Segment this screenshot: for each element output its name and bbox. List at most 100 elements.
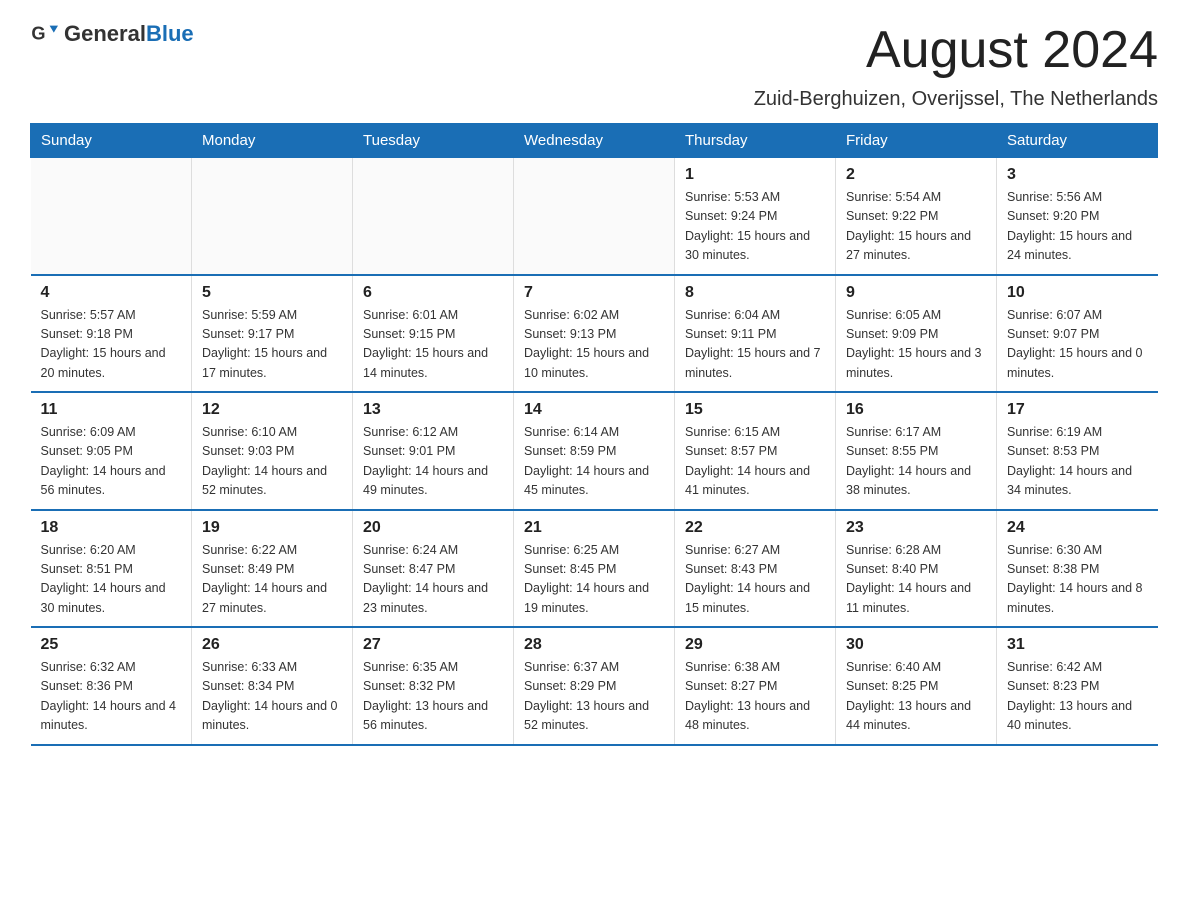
- day-info: Sunrise: 6:32 AM Sunset: 8:36 PM Dayligh…: [41, 658, 182, 736]
- calendar-cell: 28 Sunrise: 6:37 AM Sunset: 8:29 PM Dayli…: [514, 627, 675, 745]
- day-info: Sunrise: 6:35 AM Sunset: 8:32 PM Dayligh…: [363, 658, 503, 736]
- day-number: 21: [524, 519, 664, 537]
- header-thursday: Thursday: [675, 124, 836, 158]
- day-number: 7: [524, 284, 664, 302]
- calendar-cell: 4 Sunrise: 5:57 AM Sunset: 9:18 PM Daylig…: [31, 275, 192, 393]
- calendar-cell: 27 Sunrise: 6:35 AM Sunset: 8:32 PM Dayli…: [353, 627, 514, 745]
- day-info: Sunrise: 6:01 AM Sunset: 9:15 PM Dayligh…: [363, 306, 503, 384]
- day-info: Sunrise: 6:02 AM Sunset: 9:13 PM Dayligh…: [524, 306, 664, 384]
- day-number: 23: [846, 519, 986, 537]
- day-number: 31: [1007, 636, 1148, 654]
- day-number: 29: [685, 636, 825, 654]
- day-info: Sunrise: 6:25 AM Sunset: 8:45 PM Dayligh…: [524, 541, 664, 619]
- location-title: Zuid-Berghuizen, Overijssel, The Netherl…: [30, 88, 1158, 111]
- header-sunday: Sunday: [31, 124, 192, 158]
- calendar-cell: 24Sunrise: 6:30 AM Sunset: 8:38 PM Dayli…: [997, 510, 1158, 628]
- day-info: Sunrise: 6:20 AM Sunset: 8:51 PM Dayligh…: [41, 541, 182, 619]
- day-number: 28: [524, 636, 664, 654]
- calendar-cell: 31Sunrise: 6:42 AM Sunset: 8:23 PM Dayli…: [997, 627, 1158, 745]
- day-number: 8: [685, 284, 825, 302]
- calendar-cell: 18 Sunrise: 6:20 AM Sunset: 8:51 PM Dayli…: [31, 510, 192, 628]
- calendar-cell: [353, 158, 514, 275]
- calendar-cell: 10Sunrise: 6:07 AM Sunset: 9:07 PM Dayli…: [997, 275, 1158, 393]
- day-number: 2: [846, 166, 986, 184]
- day-info: Sunrise: 6:05 AM Sunset: 9:09 PM Dayligh…: [846, 306, 986, 384]
- calendar-cell: 19Sunrise: 6:22 AM Sunset: 8:49 PM Dayli…: [192, 510, 353, 628]
- calendar-table: SundayMondayTuesdayWednesdayThursdayFrid…: [30, 123, 1158, 746]
- day-info: Sunrise: 6:40 AM Sunset: 8:25 PM Dayligh…: [846, 658, 986, 736]
- calendar-cell: 17 Sunrise: 6:19 AM Sunset: 8:53 PM Dayli…: [997, 392, 1158, 510]
- calendar-cell: [192, 158, 353, 275]
- day-number: 11: [41, 401, 182, 419]
- calendar-week-row: 18 Sunrise: 6:20 AM Sunset: 8:51 PM Dayli…: [31, 510, 1158, 628]
- day-info: Sunrise: 6:30 AM Sunset: 8:38 PM Dayligh…: [1007, 541, 1148, 619]
- calendar-cell: [514, 158, 675, 275]
- day-number: 6: [363, 284, 503, 302]
- day-info: Sunrise: 6:04 AM Sunset: 9:11 PM Dayligh…: [685, 306, 825, 384]
- logo-icon: G: [30, 20, 58, 48]
- day-number: 25: [41, 636, 182, 654]
- calendar-cell: 22Sunrise: 6:27 AM Sunset: 8:43 PM Dayli…: [675, 510, 836, 628]
- calendar-cell: 13Sunrise: 6:12 AM Sunset: 9:01 PM Dayli…: [353, 392, 514, 510]
- day-number: 20: [363, 519, 503, 537]
- day-info: Sunrise: 5:53 AM Sunset: 9:24 PM Dayligh…: [685, 188, 825, 266]
- day-info: Sunrise: 5:54 AM Sunset: 9:22 PM Dayligh…: [846, 188, 986, 266]
- day-number: 22: [685, 519, 825, 537]
- calendar-cell: 6 Sunrise: 6:01 AM Sunset: 9:15 PM Daylig…: [353, 275, 514, 393]
- day-info: Sunrise: 6:14 AM Sunset: 8:59 PM Dayligh…: [524, 423, 664, 501]
- day-info: Sunrise: 6:09 AM Sunset: 9:05 PM Dayligh…: [41, 423, 182, 501]
- calendar-cell: [31, 158, 192, 275]
- calendar-cell: 8 Sunrise: 6:04 AM Sunset: 9:11 PM Daylig…: [675, 275, 836, 393]
- calendar-cell: 20 Sunrise: 6:24 AM Sunset: 8:47 PM Dayli…: [353, 510, 514, 628]
- day-info: Sunrise: 6:22 AM Sunset: 8:49 PM Dayligh…: [202, 541, 342, 619]
- calendar-cell: 26 Sunrise: 6:33 AM Sunset: 8:34 PM Dayli…: [192, 627, 353, 745]
- header-saturday: Saturday: [997, 124, 1158, 158]
- day-info: Sunrise: 6:33 AM Sunset: 8:34 PM Dayligh…: [202, 658, 342, 736]
- page-header: G GeneralBlue August 2024: [30, 20, 1158, 80]
- day-number: 15: [685, 401, 825, 419]
- calendar-cell: 14 Sunrise: 6:14 AM Sunset: 8:59 PM Dayli…: [514, 392, 675, 510]
- calendar-cell: 12Sunrise: 6:10 AM Sunset: 9:03 PM Dayli…: [192, 392, 353, 510]
- calendar-cell: 2 Sunrise: 5:54 AM Sunset: 9:22 PM Daylig…: [836, 158, 997, 275]
- calendar-cell: 1 Sunrise: 5:53 AM Sunset: 9:24 PM Daylig…: [675, 158, 836, 275]
- day-number: 18: [41, 519, 182, 537]
- calendar-cell: 16 Sunrise: 6:17 AM Sunset: 8:55 PM Dayli…: [836, 392, 997, 510]
- day-info: Sunrise: 5:57 AM Sunset: 9:18 PM Dayligh…: [41, 306, 182, 384]
- day-info: Sunrise: 6:28 AM Sunset: 8:40 PM Dayligh…: [846, 541, 986, 619]
- day-info: Sunrise: 6:38 AM Sunset: 8:27 PM Dayligh…: [685, 658, 825, 736]
- calendar-cell: 9 Sunrise: 6:05 AM Sunset: 9:09 PM Daylig…: [836, 275, 997, 393]
- day-number: 1: [685, 166, 825, 184]
- header-wednesday: Wednesday: [514, 124, 675, 158]
- day-info: Sunrise: 6:10 AM Sunset: 9:03 PM Dayligh…: [202, 423, 342, 501]
- day-info: Sunrise: 6:17 AM Sunset: 8:55 PM Dayligh…: [846, 423, 986, 501]
- day-number: 27: [363, 636, 503, 654]
- day-info: Sunrise: 6:24 AM Sunset: 8:47 PM Dayligh…: [363, 541, 503, 619]
- day-number: 26: [202, 636, 342, 654]
- calendar-week-row: 1 Sunrise: 5:53 AM Sunset: 9:24 PM Daylig…: [31, 158, 1158, 275]
- day-info: Sunrise: 6:15 AM Sunset: 8:57 PM Dayligh…: [685, 423, 825, 501]
- day-number: 9: [846, 284, 986, 302]
- logo-blue: Blue: [146, 21, 194, 46]
- header-monday: Monday: [192, 124, 353, 158]
- header-friday: Friday: [836, 124, 997, 158]
- logo: G GeneralBlue: [30, 20, 194, 48]
- calendar-cell: 23 Sunrise: 6:28 AM Sunset: 8:40 PM Dayli…: [836, 510, 997, 628]
- day-info: Sunrise: 5:59 AM Sunset: 9:17 PM Dayligh…: [202, 306, 342, 384]
- calendar-cell: 11 Sunrise: 6:09 AM Sunset: 9:05 PM Dayli…: [31, 392, 192, 510]
- month-title: August 2024: [866, 20, 1158, 80]
- calendar-cell: 29 Sunrise: 6:38 AM Sunset: 8:27 PM Dayli…: [675, 627, 836, 745]
- day-info: Sunrise: 5:56 AM Sunset: 9:20 PM Dayligh…: [1007, 188, 1148, 266]
- day-number: 4: [41, 284, 182, 302]
- day-info: Sunrise: 6:37 AM Sunset: 8:29 PM Dayligh…: [524, 658, 664, 736]
- day-number: 3: [1007, 166, 1148, 184]
- day-info: Sunrise: 6:19 AM Sunset: 8:53 PM Dayligh…: [1007, 423, 1148, 501]
- day-info: Sunrise: 6:12 AM Sunset: 9:01 PM Dayligh…: [363, 423, 503, 501]
- calendar-cell: 7 Sunrise: 6:02 AM Sunset: 9:13 PM Daylig…: [514, 275, 675, 393]
- day-number: 10: [1007, 284, 1148, 302]
- svg-text:G: G: [31, 24, 45, 44]
- day-number: 30: [846, 636, 986, 654]
- day-number: 17: [1007, 401, 1148, 419]
- calendar-week-row: 4 Sunrise: 5:57 AM Sunset: 9:18 PM Daylig…: [31, 275, 1158, 393]
- day-number: 16: [846, 401, 986, 419]
- day-number: 14: [524, 401, 664, 419]
